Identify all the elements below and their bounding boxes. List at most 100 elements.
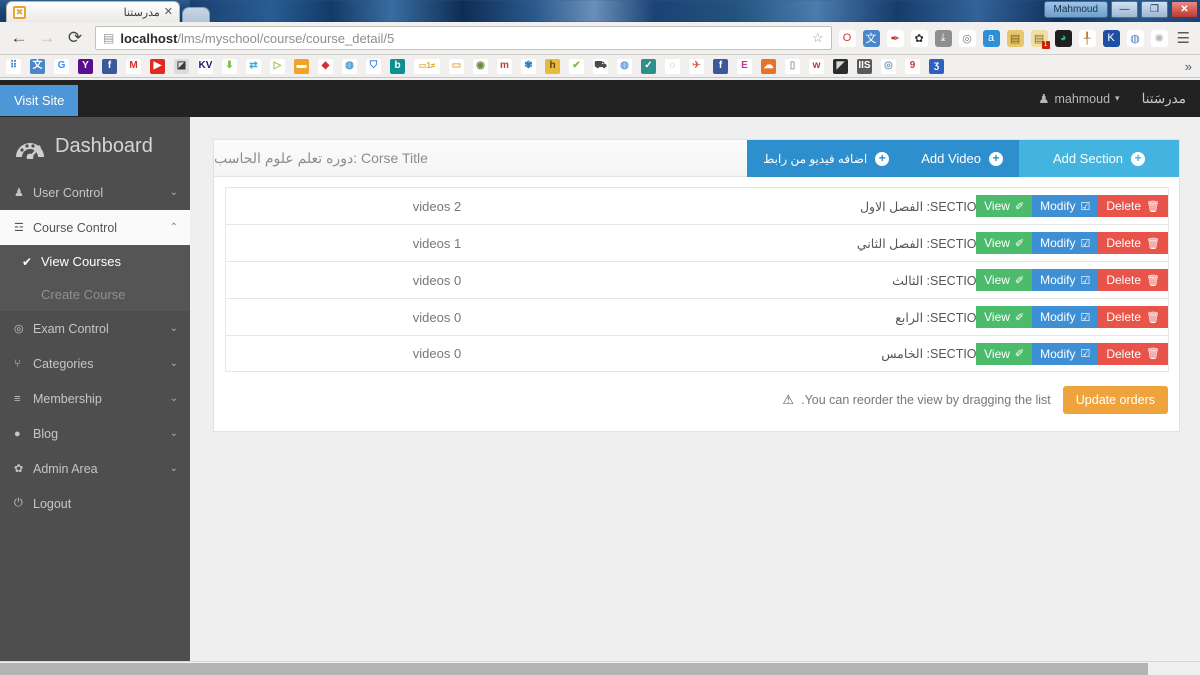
shield-bookmark[interactable]: ⛉ [366,58,381,74]
browser-tab[interactable]: ✖ مدرستنا ✕ [6,1,180,22]
e-bookmark[interactable]: E [737,58,752,74]
section-row[interactable]: videos 0 SECTION 3: الثالث View ✐ Modify ☑ Del… [225,261,1169,298]
earth-bookmark[interactable]: ◍ [342,58,357,74]
kaspersky-icon[interactable]: K [1102,29,1120,47]
bookmark-star-icon[interactable]: ☆ [812,30,824,46]
bird-bookmark[interactable]: ✈ [689,58,704,74]
car-bookmark[interactable]: ⛟ [593,58,608,74]
back-icon[interactable]: ← [6,25,32,51]
ruler-icon[interactable]: ╀ [1078,29,1096,47]
dark-bookmark[interactable]: ◤ [833,58,848,74]
sidebar-item-user-control[interactable]: ♟ User Control ⌄ [0,175,190,210]
sidebar-item-membership[interactable]: ≡ Membership ⌄ [0,381,190,416]
blood-drop-bookmark[interactable]: ◆ [318,58,333,74]
cloud-bookmark[interactable]: ☁ [761,58,776,74]
delete-button[interactable]: Delete 🗑 [1098,232,1168,254]
view-button[interactable]: View ✐ [976,232,1033,254]
google-translate-icon[interactable]: 文 [862,29,880,47]
iis-bookmark[interactable]: IIS [857,58,872,74]
section-row[interactable]: videos 0 SECTION 5: الخامس View ✐ Modify ☑ Del… [225,335,1169,372]
modify-button[interactable]: Modify ☑ [1032,232,1099,254]
m-bookmark[interactable]: m [497,58,512,74]
view-button[interactable]: View ✐ [976,269,1033,291]
tor-bookmark[interactable]: ◉ [473,58,488,74]
disc-bookmark[interactable]: ◎ [881,58,896,74]
facebook2-bookmark[interactable]: f [713,58,728,74]
capsule-bookmark[interactable]: ▬ [294,58,309,74]
sidebar-item-logout[interactable]: ⏻ Logout [0,486,190,521]
nine-bookmark[interactable]: 9 [905,58,920,74]
globe-icon[interactable]: ◍ [1126,29,1144,47]
h-circle-bookmark[interactable]: h [545,58,560,74]
eyedropper-icon[interactable]: ✒ [886,29,904,47]
address-bar[interactable]: ▤ localhost/lms/myschool/course/course_d… [95,26,832,50]
update-orders-button[interactable]: Update orders [1062,386,1168,414]
profile-chip[interactable]: Mahmoud [1043,1,1108,18]
delete-button[interactable]: Delete 🗑 [1098,342,1168,365]
reload-icon[interactable]: ⟳ [62,25,88,51]
gear-icon[interactable]: ✿ [910,29,928,47]
facebook-bookmark[interactable]: f [102,58,117,74]
scrollbar-thumb[interactable] [0,663,1148,675]
section-row[interactable]: videos 1 SECTION 2: الفصل الثاني View ✐ Modi… [225,224,1169,261]
sidebar-item-exam-control[interactable]: ◎ Exam Control ⌄ [0,311,190,346]
page-bookmark[interactable]: ▯ [785,58,800,74]
check-shield-bookmark[interactable]: ✔ [569,58,584,74]
check-teal-bookmark[interactable]: ✓ [641,58,656,74]
forward-icon[interactable]: → [34,25,60,51]
yahoo-bookmark[interactable]: Y [78,58,93,74]
add-section-button[interactable]: Add Section + [1019,140,1179,177]
bing-bookmark[interactable]: b [390,58,405,74]
gmail-bookmark[interactable]: M [126,58,141,74]
add-video-button[interactable]: Add Video + [905,140,1019,177]
user-menu[interactable]: ♟ mahmoud ▾ [1038,91,1119,107]
play-leaf-bookmark[interactable]: ▷ [270,58,285,74]
folder-bookmark-1[interactable]: ▭1≠ [414,58,440,74]
modify-button[interactable]: Modify ☑ [1032,195,1099,217]
clock-bookmark[interactable]: ◌ [665,58,680,74]
view-button[interactable]: View ✐ [976,342,1033,365]
browser-menu-icon[interactable]: ☰ [1173,29,1194,47]
modify-button[interactable]: Modify ☑ [1032,269,1099,291]
alexa-icon[interactable]: a [982,29,1000,47]
section-row[interactable]: videos 2 SECTION 1: الفصل الاول View ✐ Modif… [225,187,1169,224]
apps-grid-icon[interactable]: ⠿ [6,58,21,74]
youtube-bookmark[interactable]: ▶ [150,58,165,74]
minimize-button[interactable]: — [1111,1,1138,18]
google-translate-bookmark[interactable]: 文 [30,58,45,74]
horizontal-scrollbar[interactable] [0,661,1200,675]
film-reel-icon[interactable]: ◎ [958,29,976,47]
visit-site-button[interactable]: Visit Site [0,84,79,116]
google-bookmark[interactable]: G [54,58,69,74]
download-arrow-bookmark[interactable]: ⬇ [222,58,237,74]
new-tab-button[interactable] [182,7,210,22]
bookmarks-overflow-icon[interactable]: » [1185,59,1194,74]
view-button[interactable]: View ✐ [976,306,1033,328]
close-window-button[interactable]: ✕ [1171,1,1198,18]
w-bookmark[interactable]: w [809,58,824,74]
add-video-from-link-button[interactable]: اضافه فيديو من رابط + [747,140,906,177]
delete-button[interactable]: Delete 🗑 [1098,269,1168,291]
folder-bookmark-2[interactable]: ▭ [449,58,464,74]
submenu-item-create-course[interactable]: Create Course [0,278,190,311]
sidebar-item-categories[interactable]: ⑂ Categories ⌄ [0,346,190,381]
delete-button[interactable]: Delete 🗑 [1098,195,1168,217]
submenu-item-view-courses[interactable]: ✔ View Courses [0,245,190,278]
notes-badge-icon[interactable]: ▤ 1 [1030,29,1050,49]
close-icon[interactable]: ✕ [164,6,173,18]
view-button[interactable]: View ✐ [976,195,1033,217]
section-row[interactable]: videos 0 SECTION 4: الرابع View ✐ Modify ☑ Del… [225,298,1169,335]
modify-button[interactable]: Modify ☑ [1032,342,1099,365]
notepad-icon[interactable]: ▤ [1006,29,1024,47]
drupal-bookmark[interactable]: ✾ [521,58,536,74]
kv-bookmark[interactable]: KV [198,58,213,74]
sidebar-item-course-control[interactable]: ☲ Course Control ⌃ [0,210,190,245]
opera-icon[interactable]: O [838,29,856,47]
download-icon[interactable]: ⤓ [934,29,952,47]
modify-button[interactable]: Modify ☑ [1032,306,1099,328]
sidebar-item-admin-area[interactable]: ✿ Admin Area ⌄ [0,451,190,486]
delete-button[interactable]: Delete 🗑 [1098,306,1168,328]
color-wheel-icon[interactable]: ◕ [1054,29,1072,47]
j-bookmark[interactable]: ʒ [929,58,944,74]
bug-icon[interactable]: ✺ [1150,29,1168,47]
